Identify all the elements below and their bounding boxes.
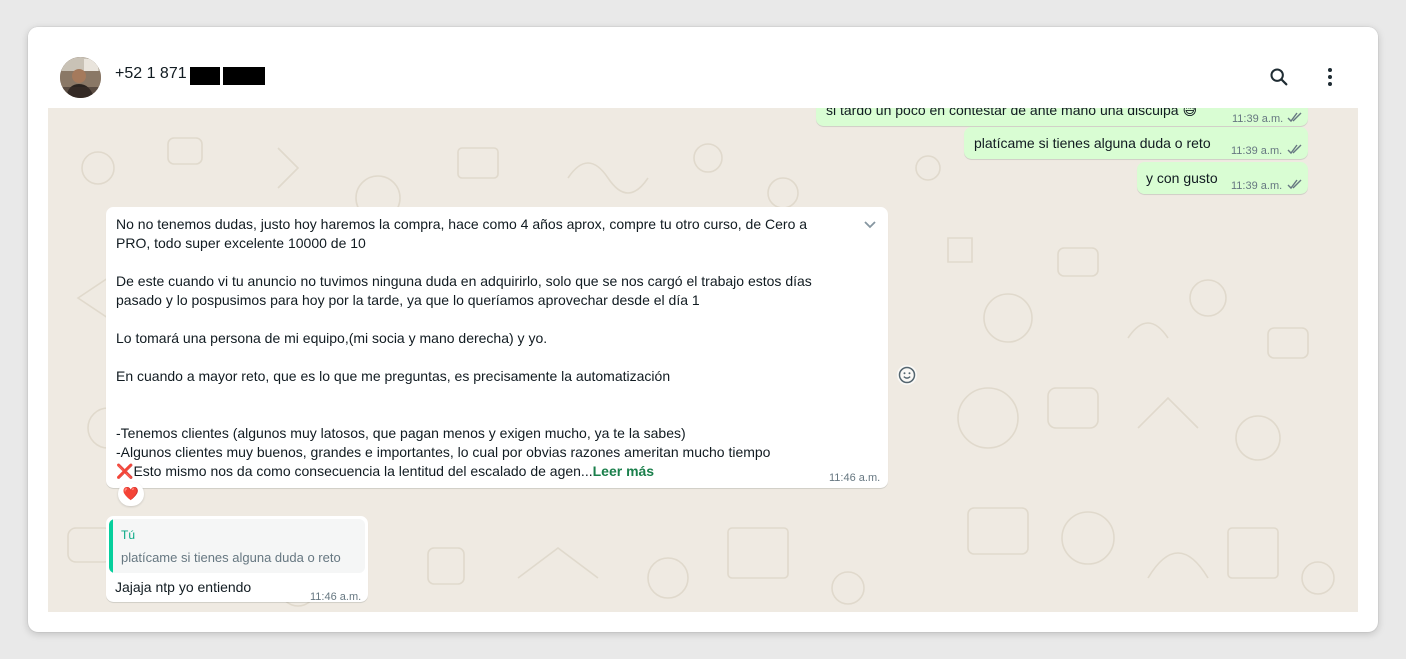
react-emoji-icon[interactable]: [896, 364, 918, 386]
message-text: platícame si tienes alguna duda o reto: [974, 135, 1211, 151]
cross-mark-icon: ❌: [116, 463, 134, 479]
message-list[interactable]: si tardo un poco en contestar de ante ma…: [48, 108, 1358, 612]
message-bubble-outgoing[interactable]: y con gusto 11:39 a.m.: [1137, 162, 1308, 194]
message-time: 11:39 a.m.: [1231, 145, 1283, 157]
message-line: -Tenemos clientes (algunos muy latosos, …: [116, 425, 686, 441]
avatar[interactable]: [60, 57, 101, 98]
read-more-link[interactable]: Leer más: [593, 463, 654, 479]
quote-accent-bar: [109, 519, 113, 573]
redaction-box: [190, 67, 220, 85]
search-icon[interactable]: [1265, 63, 1293, 91]
message-line: De este cuando vi tu anuncio no tuvimos …: [116, 273, 812, 289]
message-line: ❌Esto mismo nos da como consecuencia la …: [116, 462, 856, 481]
chevron-down-icon[interactable]: [862, 217, 878, 238]
reaction-badge[interactable]: ❤️: [118, 482, 144, 506]
more-vert-icon[interactable]: [1316, 63, 1344, 91]
chat-header: +52 1 871: [28, 27, 1378, 108]
message-line-text: Esto mismo nos da como consecuencia la l…: [133, 463, 593, 479]
message-line: pasado y lo pospusimos para hoy por la t…: [116, 292, 700, 308]
message-time: 11:46 a.m.: [310, 591, 362, 603]
heart-icon: ❤️: [122, 486, 140, 501]
message-text: Jajaja ntp yo entiendo: [115, 579, 252, 595]
message-time: 11:46 a.m.: [829, 472, 881, 484]
double-check-icon: [1287, 144, 1302, 155]
message-line: No no tenemos dudas, justo hoy haremos l…: [116, 216, 808, 232]
double-check-icon: [1287, 112, 1302, 123]
message-time: 11:39 a.m.: [1231, 180, 1283, 192]
chat-window: +52 1 871 si tardo un poco en contestar …: [28, 27, 1378, 632]
message-text: y con gusto: [1146, 170, 1218, 186]
message-line: Lo tomará una persona de mi equipo,(mi s…: [116, 330, 548, 346]
quote-author: Tú: [121, 528, 136, 542]
message-bubble-incoming[interactable]: No no tenemos dudas, justo hoy haremos l…: [106, 207, 888, 488]
message-text: No no tenemos dudas, justo hoy haremos l…: [116, 215, 856, 481]
message-line: En cuando a mayor reto, que es lo que me…: [116, 368, 671, 384]
message-bubble-outgoing[interactable]: si tardo un poco en contestar de ante ma…: [816, 108, 1308, 126]
message-bubble-outgoing[interactable]: platícame si tienes alguna duda o reto 1…: [964, 127, 1308, 159]
quoted-message[interactable]: Tú platícame si tienes alguna duda o ret…: [109, 519, 365, 573]
double-check-icon: [1287, 179, 1302, 190]
message-line: -Algunos clientes muy buenos, grandes e …: [116, 444, 771, 460]
redaction-box: [223, 67, 265, 85]
contact-name[interactable]: +52 1 871: [115, 65, 187, 83]
message-text: si tardo un poco en contestar de ante ma…: [826, 108, 1198, 118]
quote-text: platícame si tienes alguna duda o reto: [121, 550, 341, 565]
message-line: PRO, todo super excelente 10000 de 10: [116, 235, 366, 251]
message-bubble-incoming[interactable]: Tú platícame si tienes alguna duda o ret…: [106, 516, 368, 603]
